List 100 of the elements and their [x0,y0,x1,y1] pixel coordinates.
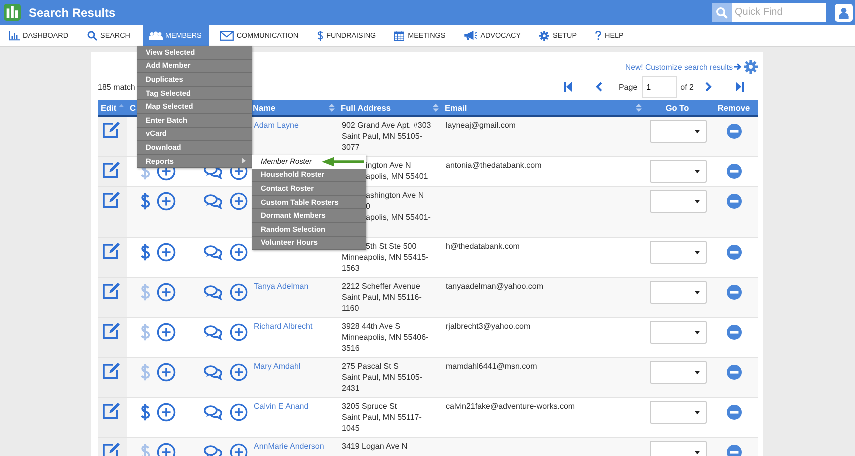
add-icon[interactable] [157,243,176,262]
quick-find-field[interactable]: Quick Find [732,3,826,22]
help-icon [595,30,602,40]
add-icon[interactable] [230,323,248,342]
dollar-icon[interactable] [141,244,150,261]
remove-icon[interactable] [727,325,742,340]
address-line: Minneapolis, MN 55415- [342,252,430,263]
search-icon [86,30,98,40]
edit-icon[interactable] [102,323,121,340]
edit-icon[interactable] [102,363,121,380]
dollar-icon[interactable] [141,193,150,210]
address-line: 0 [365,201,372,212]
dollar-icon[interactable] [141,404,150,421]
first-page-icon[interactable] [564,82,572,92]
remove-icon[interactable] [727,405,742,420]
megaphone-icon [464,30,478,40]
remove-icon[interactable] [727,365,742,380]
search-icon [716,6,728,18]
pointer-arrow [322,157,364,167]
address-line: 3077 [342,142,361,153]
remove-icon[interactable] [727,194,742,209]
remove-icon[interactable] [727,445,742,456]
email-text: tanyaadelman@yahoo.com [446,282,544,291]
email-text: mamdahl6441@msn.com [446,362,538,371]
add-icon[interactable] [157,323,176,342]
chat-icon[interactable] [204,193,223,210]
user-icon [838,6,850,18]
caret-icon [694,290,700,294]
sort-icon[interactable] [329,102,335,112]
add-icon[interactable] [230,403,248,422]
address-line: Saint Paul, MN 55117- [342,412,423,423]
column-header: Edit [101,102,117,112]
page-label: Page [618,82,638,92]
edit-icon[interactable] [102,283,121,300]
previous-page-icon[interactable] [594,82,603,92]
email-text: rjalbrecht3@yahoo.com [446,322,531,331]
address-line: Saint Paul, MN 55116- [342,292,423,303]
edit-icon[interactable] [102,243,121,260]
add-icon[interactable] [157,403,176,422]
add-icon[interactable] [230,243,248,262]
chat-icon[interactable] [204,324,223,341]
calendar-icon [394,30,406,40]
page-title: Search Results [29,6,116,20]
caret-icon [694,330,700,334]
column-header: Go To [666,102,690,112]
address-line: 3928 44th Ave S [342,321,402,332]
match-count: 185 match [98,82,136,92]
add-icon[interactable] [230,443,248,456]
user-button[interactable] [835,4,853,22]
sort-icon[interactable] [636,102,642,112]
address-line: apolis, MN 55401- [365,212,432,223]
next-page-icon[interactable] [705,82,713,92]
chat-icon[interactable] [204,444,223,456]
chat-icon[interactable] [204,364,223,381]
last-page-icon[interactable] [736,82,744,92]
chat-icon[interactable] [204,244,223,261]
member-name-link[interactable]: Tanya Adelman [254,282,309,291]
add-icon[interactable] [230,363,248,382]
add-icon[interactable] [157,192,176,211]
bar-chart-icon [9,30,20,40]
address-line: Saint Paul, MN 55105- [342,131,424,142]
caret-icon [694,130,700,134]
member-name-link[interactable]: Mary Amdahl [254,362,301,371]
address-line: 1563 [342,263,361,274]
column-header: C [130,102,136,112]
edit-icon[interactable] [102,122,121,139]
chat-icon[interactable] [204,284,223,301]
edit-icon[interactable] [102,162,121,179]
email-text: calvin21fake@adventure-works.com [446,402,576,411]
edit-icon[interactable] [102,192,121,209]
address-line: 2212 Scheffer Avenue [342,281,422,292]
member-name-link[interactable]: Adam Layne [254,121,299,130]
chat-icon[interactable] [204,404,223,421]
page-field[interactable]: 1 [642,76,677,98]
envelope-icon [220,30,234,40]
address-line: apolis, MN 55401 [365,171,430,182]
add-icon[interactable] [157,363,176,382]
add-icon[interactable] [157,283,176,302]
caret-icon [694,200,700,204]
remove-icon[interactable] [727,164,742,179]
arrow-right-icon [734,63,742,71]
member-name-link[interactable]: Calvin E Anand [254,402,309,411]
address-line: 275 Pascal St S [342,361,400,372]
edit-icon[interactable] [102,403,121,420]
member-name-link[interactable]: Richard Albrecht [254,322,313,331]
add-icon[interactable] [230,283,248,302]
address-line: 3516 [342,343,361,354]
column-header: Full Address [341,102,391,112]
address-line: 1045 [342,423,361,434]
sort-icon[interactable] [433,102,439,112]
address-line: 3205 Spruce St [342,401,398,412]
remove-icon[interactable] [727,124,742,139]
edit-icon[interactable] [102,443,121,456]
column-header: Email [445,102,468,112]
settings-icon[interactable] [744,60,758,74]
remove-icon[interactable] [727,245,742,260]
address-line: Minneapolis, MN 55406- [342,332,430,343]
remove-icon[interactable] [727,285,742,300]
add-icon[interactable] [230,192,248,211]
column-header: Name [253,102,276,112]
